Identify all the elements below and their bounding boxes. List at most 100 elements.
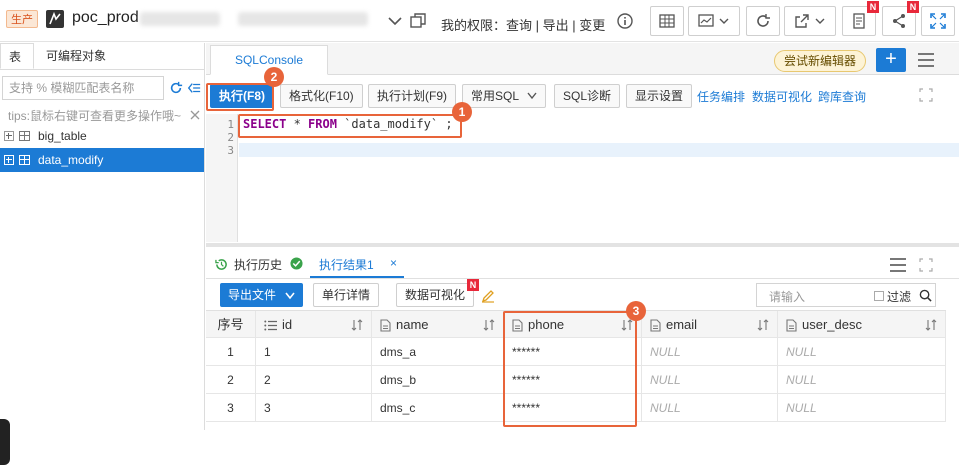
close-icon[interactable] (190, 110, 200, 120)
sort-icon[interactable] (757, 319, 769, 331)
permissions-text: 我的权限：查询 | 导出 | 变更 (441, 18, 606, 33)
expand-icon[interactable] (4, 155, 14, 165)
report-icon (853, 13, 865, 29)
results-tabs-bar: 执行历史 执行结果1 × (206, 247, 959, 279)
collapse-icon[interactable] (187, 81, 201, 95)
cell-id[interactable]: 3 (256, 394, 372, 422)
chevron-down-icon (527, 92, 537, 100)
share-button[interactable]: N (882, 1, 919, 36)
close-tab-icon[interactable]: × (390, 256, 397, 270)
cell-email[interactable]: NULL (642, 394, 778, 422)
common-sql-dropdown[interactable]: 常用SQL (462, 84, 547, 108)
annotation-marker: 1 (452, 102, 472, 122)
result-search-input[interactable]: 请输入 过滤 (756, 283, 936, 307)
cell-name[interactable]: dms_b (372, 366, 504, 394)
sort-icon[interactable] (483, 319, 495, 331)
chevron-down-icon (719, 18, 729, 24)
open-external-menu-button[interactable] (784, 6, 836, 36)
menu-icon[interactable] (890, 258, 906, 272)
export-file-button[interactable]: 导出文件 (220, 283, 304, 307)
cell-user-desc[interactable]: NULL (778, 366, 946, 394)
copy-icon[interactable] (409, 12, 427, 30)
column-header-id[interactable]: id (256, 311, 372, 339)
tab-execution-result[interactable]: 执行结果1 (319, 256, 374, 273)
row-index: 1 (206, 338, 256, 366)
sort-icon[interactable] (351, 319, 363, 331)
annotation-marker: 3 (626, 301, 646, 321)
fullscreen-icon (930, 13, 946, 29)
table-name: big_table (38, 129, 87, 143)
share-icon (893, 14, 905, 28)
tab-programmable-objects[interactable]: 可编程对象 (38, 43, 114, 69)
cross-db-query-link[interactable]: 跨库查询 (818, 88, 866, 105)
search-icon[interactable] (919, 289, 932, 302)
side-collapse-handle[interactable] (0, 419, 10, 465)
sql-diagnose-button[interactable]: SQL诊断 (554, 84, 621, 108)
data-visualization-label: 数据可视化 (405, 288, 466, 302)
column-header-email[interactable]: email (642, 311, 778, 339)
chart-icon (698, 14, 714, 27)
sort-icon[interactable] (925, 319, 937, 331)
cell-id[interactable]: 2 (256, 366, 372, 394)
fullscreen-button[interactable] (921, 6, 955, 36)
expand-icon[interactable] (919, 258, 933, 272)
object-panel: 表 可编程对象 支持 % 模糊匹配表名称 tips:鼠标右键可查看更多操作哦~ … (0, 43, 205, 465)
database-logo-icon (46, 10, 64, 28)
redacted-area (238, 12, 368, 26)
top-bar: 生产 poc_prod 我的权限：查询 | 导出 | 变更 N N (0, 0, 959, 42)
filter-checkbox[interactable] (874, 291, 884, 301)
sql-toolbar: 执行(F8) 格式化(F10) 执行计划(F9) 常用SQL SQL诊断 显示设… (206, 76, 959, 114)
try-new-editor-button[interactable]: 尝试新编辑器 (774, 50, 867, 72)
chevron-down-icon[interactable] (386, 12, 404, 30)
refresh-icon (757, 14, 770, 27)
format-button[interactable]: 格式化(F10) (280, 84, 363, 108)
document-icon (380, 319, 391, 332)
refresh-icon[interactable] (169, 81, 183, 95)
table-view-button[interactable] (650, 6, 684, 36)
execution-plan-button[interactable]: 执行计划(F9) (368, 84, 456, 108)
cell-name[interactable]: dms_a (372, 338, 504, 366)
row-detail-button[interactable]: 单行详情 (313, 283, 380, 307)
report-button[interactable]: N (842, 1, 879, 36)
edit-chart-icon[interactable] (481, 289, 495, 303)
data-visualization-button[interactable]: 数据可视化 N (396, 279, 480, 307)
info-icon[interactable] (616, 12, 634, 30)
data-visualization-link[interactable]: 数据可视化 (752, 88, 812, 105)
table-name: data_modify (38, 153, 104, 167)
document-icon (650, 319, 661, 332)
expand-icon[interactable] (4, 131, 14, 141)
table-search-input[interactable]: 支持 % 模糊匹配表名称 (2, 76, 164, 100)
redacted-area (140, 12, 220, 26)
expand-icon[interactable] (919, 88, 933, 102)
line-number: 1 (227, 118, 234, 131)
cell-user-desc[interactable]: NULL (778, 394, 946, 422)
tab-tables[interactable]: 表 (0, 43, 34, 69)
cell-email[interactable]: NULL (642, 338, 778, 366)
annotation-box-phone (503, 311, 637, 427)
cell-user-desc[interactable]: NULL (778, 338, 946, 366)
column-header-user-desc[interactable]: user_desc (778, 311, 946, 339)
tips-text: tips:鼠标右键可查看更多操作哦~ (8, 109, 182, 123)
tab-execution-history[interactable]: 执行历史 (234, 256, 282, 273)
refresh-button[interactable] (746, 6, 780, 36)
cell-email[interactable]: NULL (642, 366, 778, 394)
menu-icon[interactable] (918, 53, 934, 67)
task-orchestration-link[interactable]: 任务编排 (697, 88, 745, 105)
table-item[interactable]: big_table (0, 124, 204, 148)
annotation-box-sql (238, 114, 462, 138)
cell-name[interactable]: dms_c (372, 394, 504, 422)
document-icon (786, 319, 797, 332)
new-badge: N (467, 279, 480, 291)
add-tab-button[interactable]: + (876, 48, 906, 72)
tab-divider (0, 69, 204, 70)
row-index: 2 (206, 366, 256, 394)
editor-tabs-bar: SQLConsole 尝试新编辑器 + (206, 43, 959, 75)
display-settings-button[interactable]: 显示设置 (626, 84, 693, 108)
chart-menu-button[interactable] (688, 6, 740, 36)
success-icon (290, 257, 303, 270)
table-item-selected[interactable]: data_modify (0, 148, 204, 172)
column-header-name[interactable]: name (372, 311, 504, 339)
cell-id[interactable]: 1 (256, 338, 372, 366)
database-name[interactable]: poc_prod (72, 9, 139, 27)
annotation-marker: 2 (264, 67, 284, 87)
